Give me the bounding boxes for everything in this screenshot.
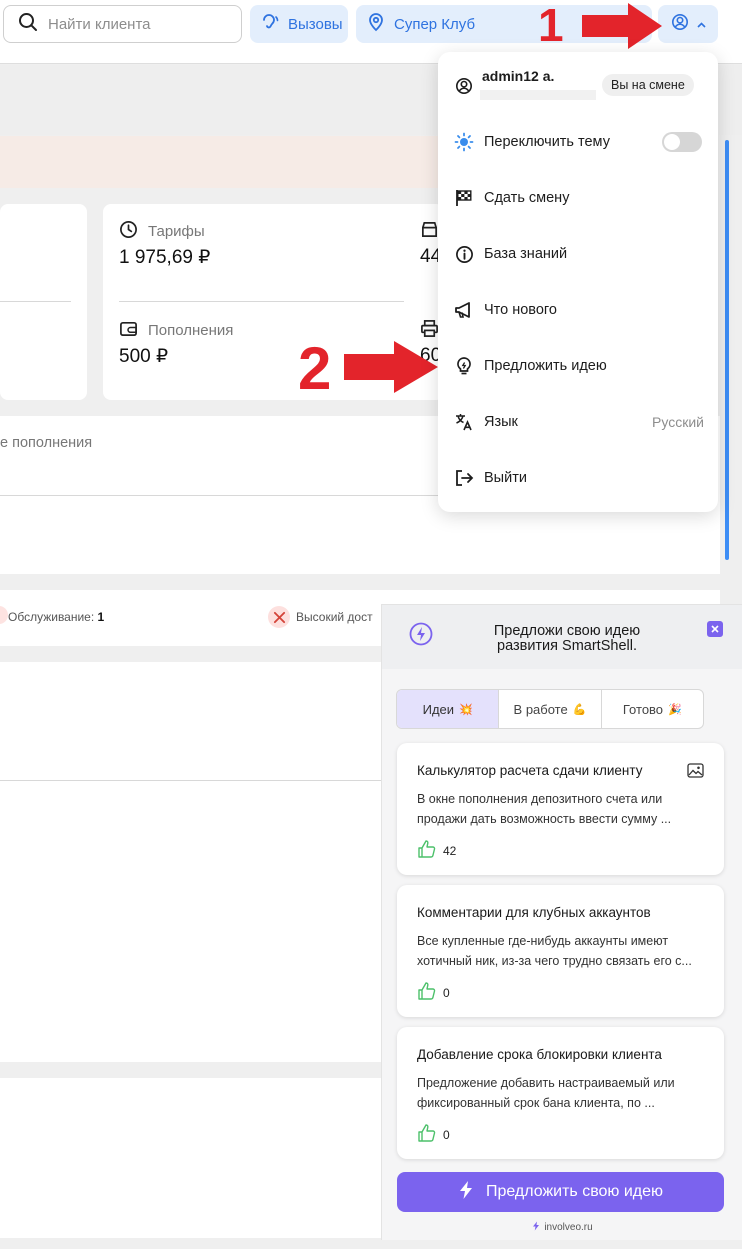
menu-item-label: База знаний [484,246,568,262]
username-subline [480,90,596,100]
thumbs-up-icon [417,839,437,862]
menu-item-suggest-idea[interactable]: Предложить идею [454,346,704,386]
tariffs-stat-value: 1 975,69 ₽ [119,247,211,268]
thumbs-up-icon [417,981,437,1004]
menu-item-label: Переключить тему [484,134,610,150]
annotation-number-2: 2 [298,335,332,402]
stat-card-left [0,204,87,400]
topups-panel-title: е пополнения [0,435,93,451]
idea-title: Калькулятор расчета сдачи клиенту [417,763,643,778]
calls-button[interactable]: Вызовы [250,5,348,43]
menu-item-whats-new[interactable]: Что нового [454,290,704,330]
page-scrollbar[interactable] [725,140,729,560]
location-pin-icon [366,12,386,36]
on-shift-badge: Вы на смене [602,74,694,96]
like-count: 0 [443,985,450,1000]
idea-title: Добавление срока блокировки клиента [417,1047,662,1062]
like-control[interactable]: 42 [417,839,456,862]
checkered-flag-icon [454,188,474,208]
chevron-up-icon [696,15,706,33]
info-icon [454,244,474,264]
service-status: Обслуживание: 1 [8,610,105,624]
user-menu-button[interactable] [658,5,718,43]
search-input[interactable] [48,15,218,33]
user-circle-icon [455,77,473,100]
idea-card[interactable]: Комментарии для клубных аккаунтов Все ку… [397,885,724,1017]
menu-item-label: Предложить идею [484,358,607,374]
sun-icon [454,132,474,152]
megaphone-icon [454,300,474,320]
idea-card[interactable]: Добавление срока блокировки клиента Пред… [397,1027,724,1159]
lightning-icon [458,1180,474,1205]
ideas-tabs: Идеи 💥 В работе 💪 Готово 🎉 [396,689,704,729]
like-count: 0 [443,1127,450,1142]
annotation-number-1: 1 [538,0,564,51]
like-control[interactable]: 0 [417,1123,450,1146]
idea-card[interactable]: Калькулятор расчета сдачи клиенту В окне… [397,743,724,875]
menu-item-label: Язык [484,414,518,430]
menu-item-end-shift[interactable]: Сдать смену [454,178,704,218]
wallet-icon [119,319,138,342]
user-circle-icon [671,13,689,36]
topups-stat-value: 500 ₽ [119,346,169,367]
tab-in-progress[interactable]: В работе 💪 [499,690,602,728]
idea-description: Все купленные где-нибудь аккаунты имеют … [417,934,692,968]
search-icon [18,12,38,37]
client-search[interactable] [3,5,242,43]
tools-icon [268,606,290,628]
notice-banner [0,136,440,188]
lightning-circle-icon [409,622,433,651]
lightbulb-icon [454,356,474,376]
service-status-dot [0,606,8,624]
menu-item-label: Что нового [484,302,557,318]
like-control[interactable]: 0 [417,981,450,1004]
thumbs-up-icon [417,1123,437,1146]
high-status: Высокий дост [296,610,373,624]
menu-item-logout[interactable]: Выйти [454,458,704,498]
user-dropdown-menu: admin12 a. Вы на смене Переключить тему … [438,52,718,512]
tariffs-stat-label: Тарифы [119,220,205,243]
suggest-idea-label: Предложить свою идею [485,1183,664,1200]
menu-item-label: Сдать смену [484,190,570,206]
annotation-arrow-2 [344,341,438,393]
store-icon [420,220,439,244]
widget-header: Предложи свою идею развития SmartShell. [382,605,742,669]
clock-icon [119,220,138,243]
image-icon [687,763,704,783]
widget-title: Предложи свою идею развития SmartShell. [493,623,641,654]
suggest-idea-button[interactable]: Предложить свою идею [397,1172,724,1212]
tab-ideas[interactable]: Идеи 💥 [397,690,500,728]
close-icon[interactable] [707,621,723,637]
language-value: Русский [652,414,704,430]
menu-item-language[interactable]: Язык Русский [454,402,704,442]
menu-username: admin12 a. [482,68,555,84]
tab-done[interactable]: Готово 🎉 [602,690,703,728]
logout-icon [454,468,474,488]
calls-label: Вызовы [288,15,343,33]
menu-item-label: Выйти [484,470,527,486]
ideas-widget: Предложи свою идею развития SmartShell. … [381,604,742,1240]
topups-stat-label: Пополнения [119,319,233,342]
annotation-arrow-1 [582,3,662,49]
theme-toggle[interactable] [662,132,702,152]
like-count: 42 [443,843,457,858]
idea-description: В окне пополнения депозитного счета или … [417,792,672,826]
translate-icon [454,412,474,432]
calls-icon [260,12,280,36]
idea-title: Комментарии для клубных аккаунтов [417,905,651,920]
powered-by[interactable]: involveo.ru [382,1221,742,1234]
club-label: Супер Клуб [394,15,476,33]
menu-item-knowledge-base[interactable]: База знаний [454,234,704,274]
lightning-icon [532,1221,540,1234]
idea-description: Предложение добавить настраиваемый или ф… [417,1076,675,1110]
